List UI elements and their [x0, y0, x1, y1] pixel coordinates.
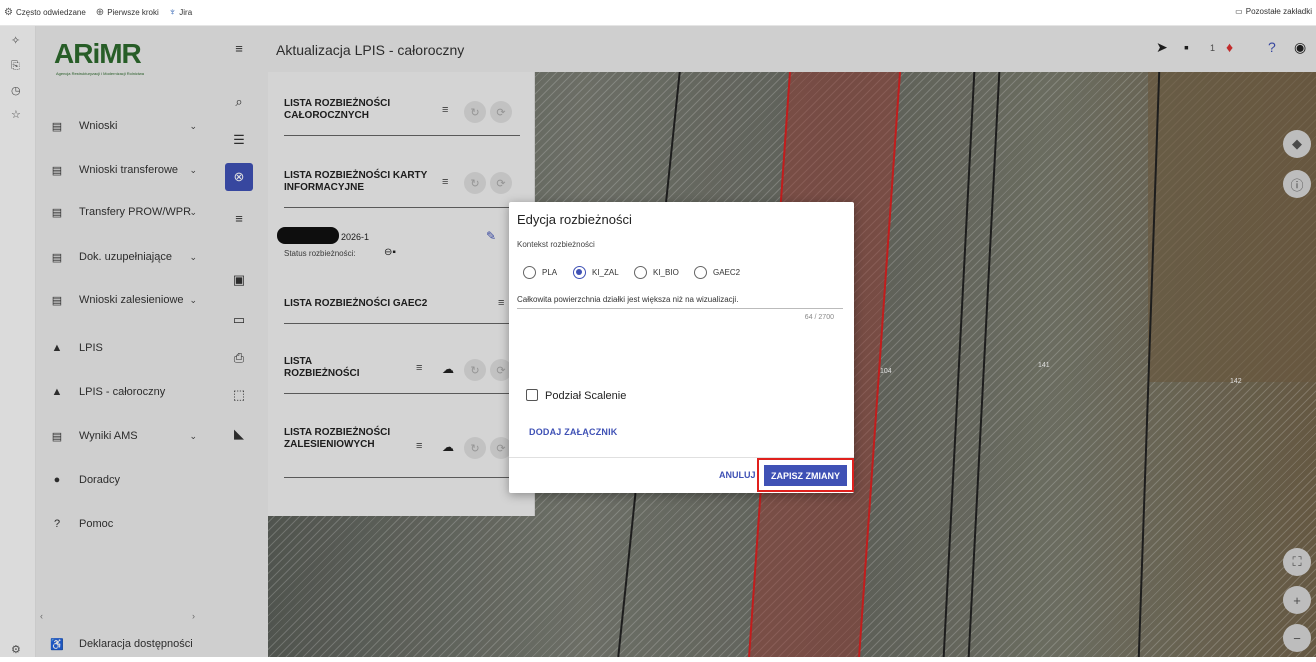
folder-icon: ▭ [1235, 7, 1243, 16]
char-counter: 64 / 2700 [804, 314, 834, 321]
cancel-button[interactable]: ANULUJ [719, 470, 756, 480]
save-changes-button[interactable]: ZAPISZ ZMIANY [764, 465, 847, 486]
description-textarea[interactable]: Całkowita powierzchnia działki jest więk… [517, 295, 843, 309]
radio-circle [523, 266, 536, 279]
checkbox-label: Podział Scalenie [545, 390, 627, 402]
bookmarks-bar: ⚙ Często odwiedzane ⊕ Pierwsze kroki ♆ Jira… [0, 0, 1316, 26]
radio-gaec2[interactable]: GAEC2 [694, 266, 740, 279]
bookmark-other[interactable]: ▭ Pozostałe zakładki [1235, 7, 1312, 16]
jira-icon: ♆ [168, 7, 177, 18]
radio-ki-zal[interactable]: KI_ZAL [573, 266, 619, 279]
globe-icon: ⊕ [95, 7, 105, 18]
radio-circle [634, 266, 647, 279]
edit-discrepancy-dialog: Edycja rozbieżności Kontekst rozbieżnośc… [509, 202, 854, 493]
gear-icon: ⚙ [4, 7, 13, 18]
save-highlight: ZAPISZ ZMIANY [757, 458, 854, 492]
radio-pla[interactable]: PLA [523, 266, 557, 279]
podzial-scalenie-checkbox[interactable] [526, 389, 538, 401]
add-attachment-button[interactable]: DODAJ ZAŁĄCZNIK [529, 427, 618, 437]
radio-ki-bio[interactable]: KI_BIO [634, 266, 679, 279]
bookmark-czesto[interactable]: ⚙ Często odwiedzane [4, 7, 86, 18]
bookmark-pierwsze-kroki[interactable]: ⊕ Pierwsze kroki [96, 7, 159, 18]
bookmark-jira[interactable]: ♆ Jira [169, 7, 192, 18]
radio-circle [694, 266, 707, 279]
context-label: Kontekst rozbieżności [517, 240, 595, 249]
dialog-title: Edycja rozbieżności [517, 212, 632, 227]
radio-circle-selected [573, 266, 586, 279]
